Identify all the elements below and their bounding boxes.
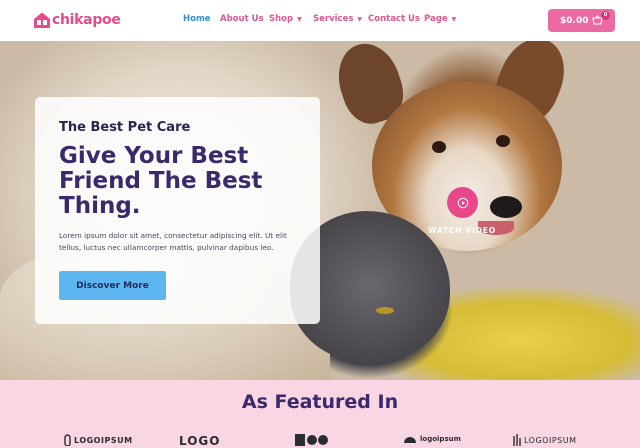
brand-logo: LOGOIPSUM	[513, 434, 576, 446]
brand-logo-text: LOGOIPSUM	[524, 435, 577, 445]
brand-logo	[295, 434, 329, 446]
play-video-button[interactable]	[447, 187, 478, 218]
brand-logo: LOGO	[179, 434, 220, 448]
logoipsum-mark-icon	[513, 434, 521, 446]
logo[interactable]: chikapoe	[33, 9, 121, 31]
shapes-logo-icon	[295, 434, 328, 446]
nav-label: Home	[183, 14, 211, 24]
brand-logo-text: LOGOIPSUM	[74, 435, 133, 445]
cart-total: $0.00	[560, 15, 589, 26]
featured-title: As Featured In	[241, 391, 399, 413]
logoipsum-mark-icon	[64, 434, 71, 446]
hero-title-line: Give Your Best	[59, 143, 249, 169]
nav-about-us[interactable]: About Us	[220, 14, 269, 24]
brand-logo: logoipsum	[403, 434, 461, 444]
discover-more-button[interactable]: Discover More	[59, 271, 166, 300]
nav-services[interactable]: Services ▼	[313, 14, 368, 24]
chevron-down-icon: ▼	[451, 15, 457, 23]
chevron-down-icon: ▼	[297, 15, 302, 23]
featured-section: As Featured In LOGOIPSUM LOGO logoipsum …	[0, 380, 640, 448]
play-circle-icon	[457, 197, 468, 208]
hero-image-dog-eye	[432, 141, 446, 153]
watch-video-link[interactable]: WATCH VIDEO	[418, 226, 506, 235]
nav-label: Services	[313, 14, 354, 24]
nav-label: Contact Us	[368, 14, 420, 24]
nav-label: Shop	[269, 14, 294, 24]
hero-description: Lorem ipsum dolor sit amet, consectetur …	[59, 231, 287, 252]
hero-title-line: Friend The Best	[59, 168, 263, 194]
nav-label: Page	[424, 14, 448, 24]
site-header: chikapoe Home About Us Shop ▼ Services ▼…	[0, 0, 640, 41]
brand-logos: LOGOIPSUM LOGO logoipsum LOGOIPSUM	[0, 434, 640, 448]
logo-text: chikapoe	[52, 12, 121, 28]
hero-title: Give Your Best Friend The Best Thing.	[59, 144, 299, 219]
logoipsum-mark-icon	[404, 437, 416, 443]
chevron-down-icon: ▼	[357, 15, 363, 23]
nav-page[interactable]: Page ▼	[424, 14, 464, 24]
brand-logo: LOGOIPSUM	[64, 434, 133, 446]
main-nav: Home About Us Shop ▼ Services ▼ Contact …	[183, 14, 464, 24]
hero-card: The Best Pet Care Give Your Best Friend …	[35, 97, 320, 324]
hero-image-dog-nose	[490, 196, 522, 218]
hero-tagline: The Best Pet Care	[59, 120, 191, 135]
nav-shop[interactable]: Shop ▼	[269, 14, 313, 24]
hero-image-dog-eye	[496, 135, 510, 147]
house-logo-icon	[34, 12, 50, 28]
nav-label: About Us	[220, 14, 264, 24]
nav-contact-us[interactable]: Contact Us	[368, 14, 424, 24]
cart-count-badge: 0	[601, 11, 610, 20]
hero-section: The Best Pet Care Give Your Best Friend …	[0, 41, 640, 380]
brand-logo-text: logoipsum	[420, 435, 461, 443]
cart-button[interactable]: $0.00 0	[548, 9, 615, 32]
hero-image-cat-eye	[376, 307, 394, 314]
nav-home[interactable]: Home	[183, 14, 220, 24]
brand-logo-text: LOGO	[179, 434, 221, 448]
hero-title-line: Thing.	[59, 193, 141, 219]
